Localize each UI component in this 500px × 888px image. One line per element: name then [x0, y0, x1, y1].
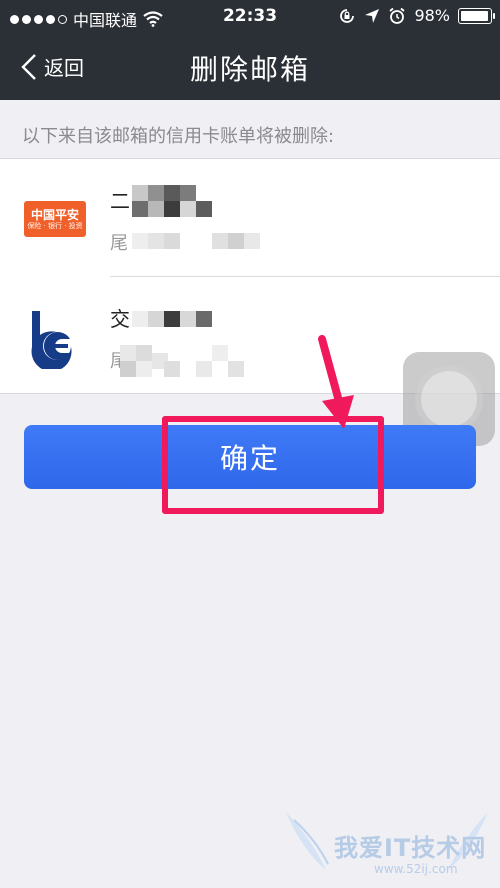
list-item: 中国平安 保险 · 银行 · 投资 二 尾 [0, 159, 500, 277]
pingan-logo: 中国平安 保险 · 银行 · 投资 [24, 201, 86, 237]
assistive-touch-icon [421, 371, 477, 427]
pointer-arrow-annotation [318, 335, 354, 429]
card-title: 交 [110, 307, 130, 331]
alarm-icon [389, 7, 406, 24]
location-arrow-icon [365, 8, 380, 23]
battery-icon [458, 7, 495, 24]
section-header: 以下来自该邮箱的信用卡账单将被删除: [22, 126, 335, 147]
rotation-lock-icon [340, 8, 355, 23]
page-title: 删除邮箱 [189, 53, 310, 86]
watermark-text: 我爱IT技术网 [334, 834, 487, 862]
bank-of-communications-logo [31, 311, 72, 369]
card-subtitle: 尾 [110, 233, 128, 254]
status-bar: 中国联通 22:33 98% [0, 0, 500, 34]
navigation-bar: 返回 删除邮箱 [0, 34, 500, 100]
battery-fill [461, 10, 489, 21]
battery-percentage: 98% [414, 6, 450, 25]
watermark-url: www.52ij.com [374, 862, 458, 876]
card-title: 二 [110, 189, 130, 213]
status-right: 98% [338, 6, 495, 25]
watermark: 我爱IT技术网 www.52ij.com [282, 810, 492, 884]
